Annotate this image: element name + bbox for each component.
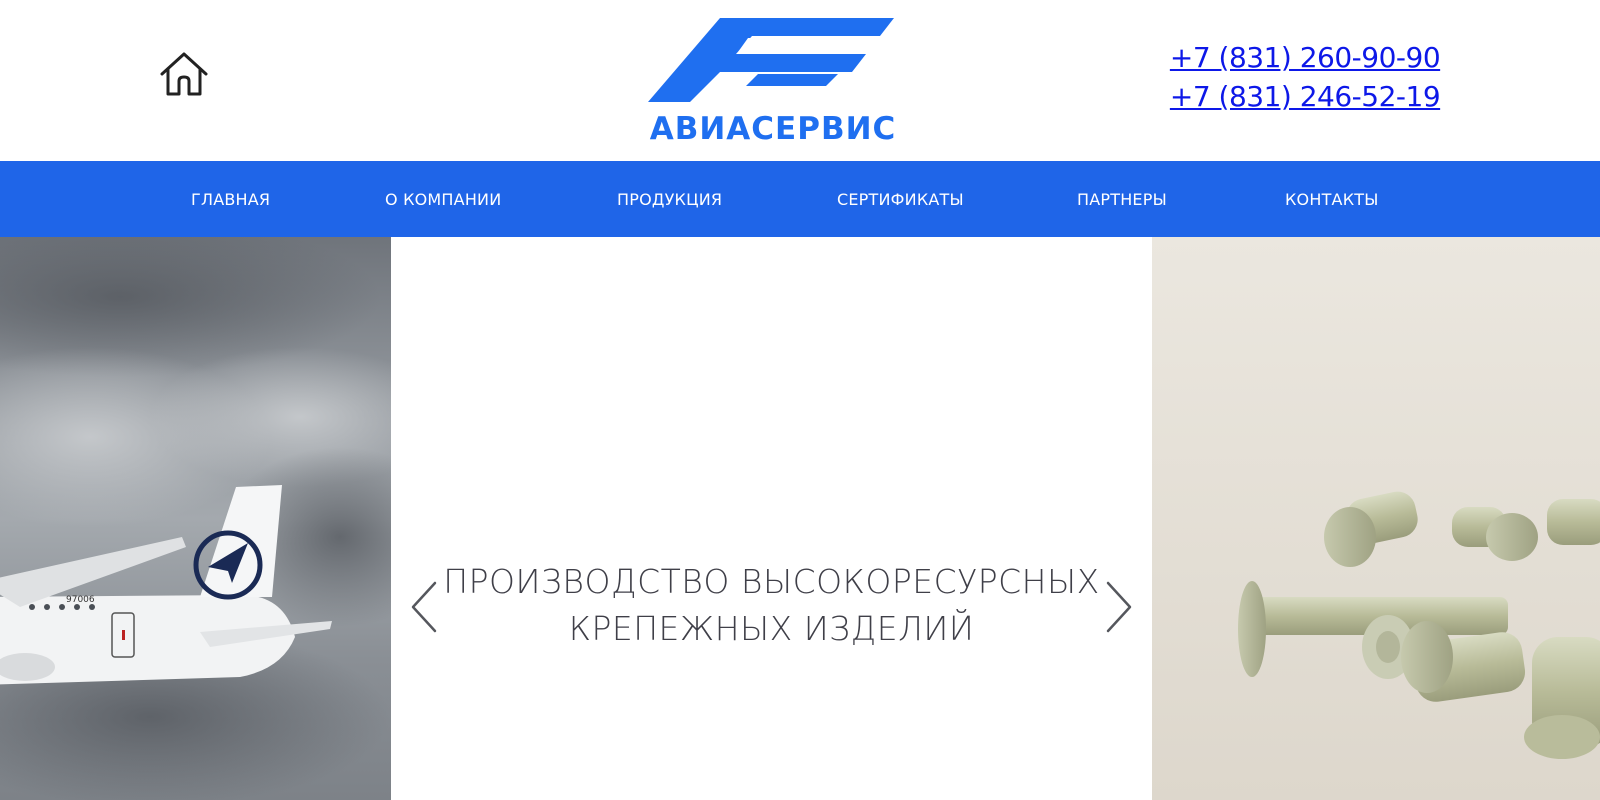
nav-item-certificates[interactable]: СЕРТИФИКАТЫ	[837, 161, 964, 237]
slide-content: ПРОИЗВОДСТВО ВЫСОКОРЕСУРСНЫХ КРЕПЕЖНЫХ И…	[391, 237, 1152, 800]
rivets-photo	[1152, 237, 1600, 800]
nav-item-partners[interactable]: ПАРТНЕРЫ	[1077, 161, 1167, 237]
hero-slider: 97006 ПРОИЗВОДСТВО ВЫСОКОРЕСУРСНЫХ КРЕПЕ…	[0, 237, 1600, 800]
nav-item-products[interactable]: ПРОДУКЦИЯ	[617, 161, 722, 237]
hero-title-line1: ПРОИЗВОДСТВО ВЫСОКОРЕСУРСНЫХ	[443, 562, 1100, 601]
chevron-right-icon[interactable]	[1098, 577, 1138, 637]
logo-text: АВИАСЕРВИС	[649, 111, 897, 147]
logo-mark-icon	[648, 18, 898, 102]
home-icon[interactable]	[158, 50, 210, 100]
nav-item-home[interactable]: ГЛАВНАЯ	[191, 161, 270, 237]
nav-item-about[interactable]: О КОМПАНИИ	[385, 161, 501, 237]
phone-link-1[interactable]: +7 (831) 260-90-90	[1150, 38, 1460, 77]
hero-title-line2: КРЕПЕЖНЫХ ИЗДЕЛИЙ	[568, 609, 975, 648]
airplane-photo: 97006	[0, 237, 391, 800]
site-header: АВИАСЕРВИС +7 (831) 260-90-90 +7 (831) 2…	[0, 0, 1600, 161]
main-nav: ГЛАВНАЯ О КОМПАНИИ ПРОДУКЦИЯ СЕРТИФИКАТЫ…	[0, 161, 1600, 237]
hero-title: ПРОИЗВОДСТВО ВЫСОКОРЕСУРСНЫХ КРЕПЕЖНЫХ И…	[431, 558, 1112, 652]
nav-item-contacts[interactable]: КОНТАКТЫ	[1285, 161, 1379, 237]
phone-link-2[interactable]: +7 (831) 246-52-19	[1150, 77, 1460, 116]
phone-list: +7 (831) 260-90-90 +7 (831) 246-52-19	[1150, 38, 1460, 116]
aircraft-registration: 97006	[66, 595, 95, 605]
company-logo[interactable]: АВИАСЕРВИС	[648, 16, 898, 146]
